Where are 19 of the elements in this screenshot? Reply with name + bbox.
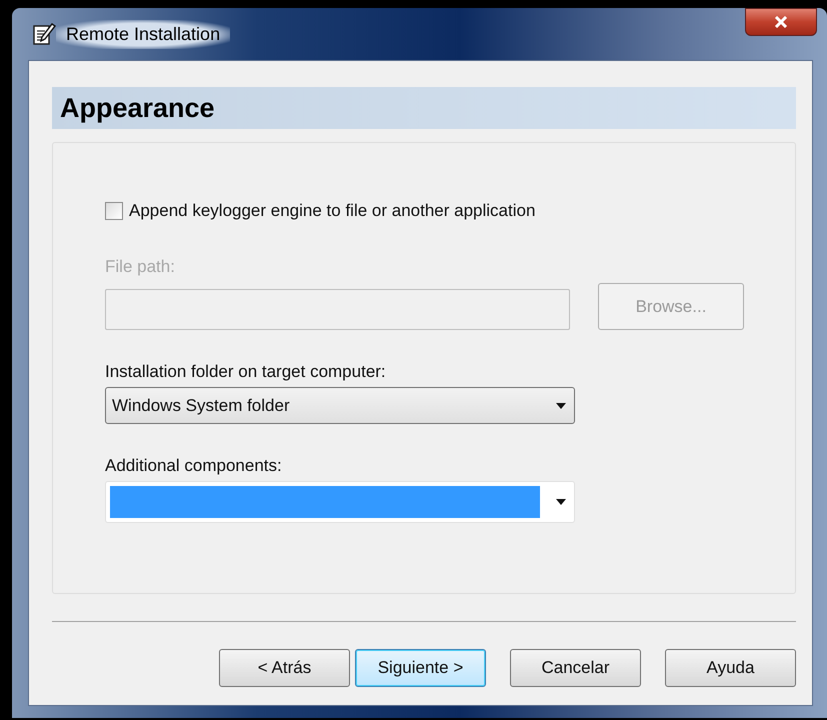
window-title: Remote Installation (56, 20, 230, 48)
checkbox[interactable] (105, 202, 123, 220)
field-label: File path: (105, 257, 176, 277)
wizard-button[interactable]: Cancelar (510, 649, 641, 687)
checkbox-label: Append keylogger engine to file or another application (129, 201, 536, 221)
dropdown-arrow-icon (556, 499, 566, 505)
close-icon (774, 16, 788, 28)
close-button[interactable] (745, 8, 817, 36)
page-header: Appearance (52, 87, 796, 129)
wizard-button[interactable]: Ayuda (665, 649, 796, 687)
notepad-pencil-icon (32, 22, 56, 46)
field-label: Installation folder on target computer: (105, 362, 387, 382)
wizard-button[interactable]: Siguiente > (355, 649, 486, 687)
dropdown-arrow-icon (556, 402, 566, 408)
installation-folder-dropdown[interactable]: Windows System folder (105, 387, 575, 424)
field-label: Additional components: (105, 456, 283, 476)
wizard-button[interactable]: < Atrás (219, 649, 350, 687)
file-path-field[interactable] (105, 289, 570, 330)
components-dropdown[interactable] (105, 481, 575, 523)
